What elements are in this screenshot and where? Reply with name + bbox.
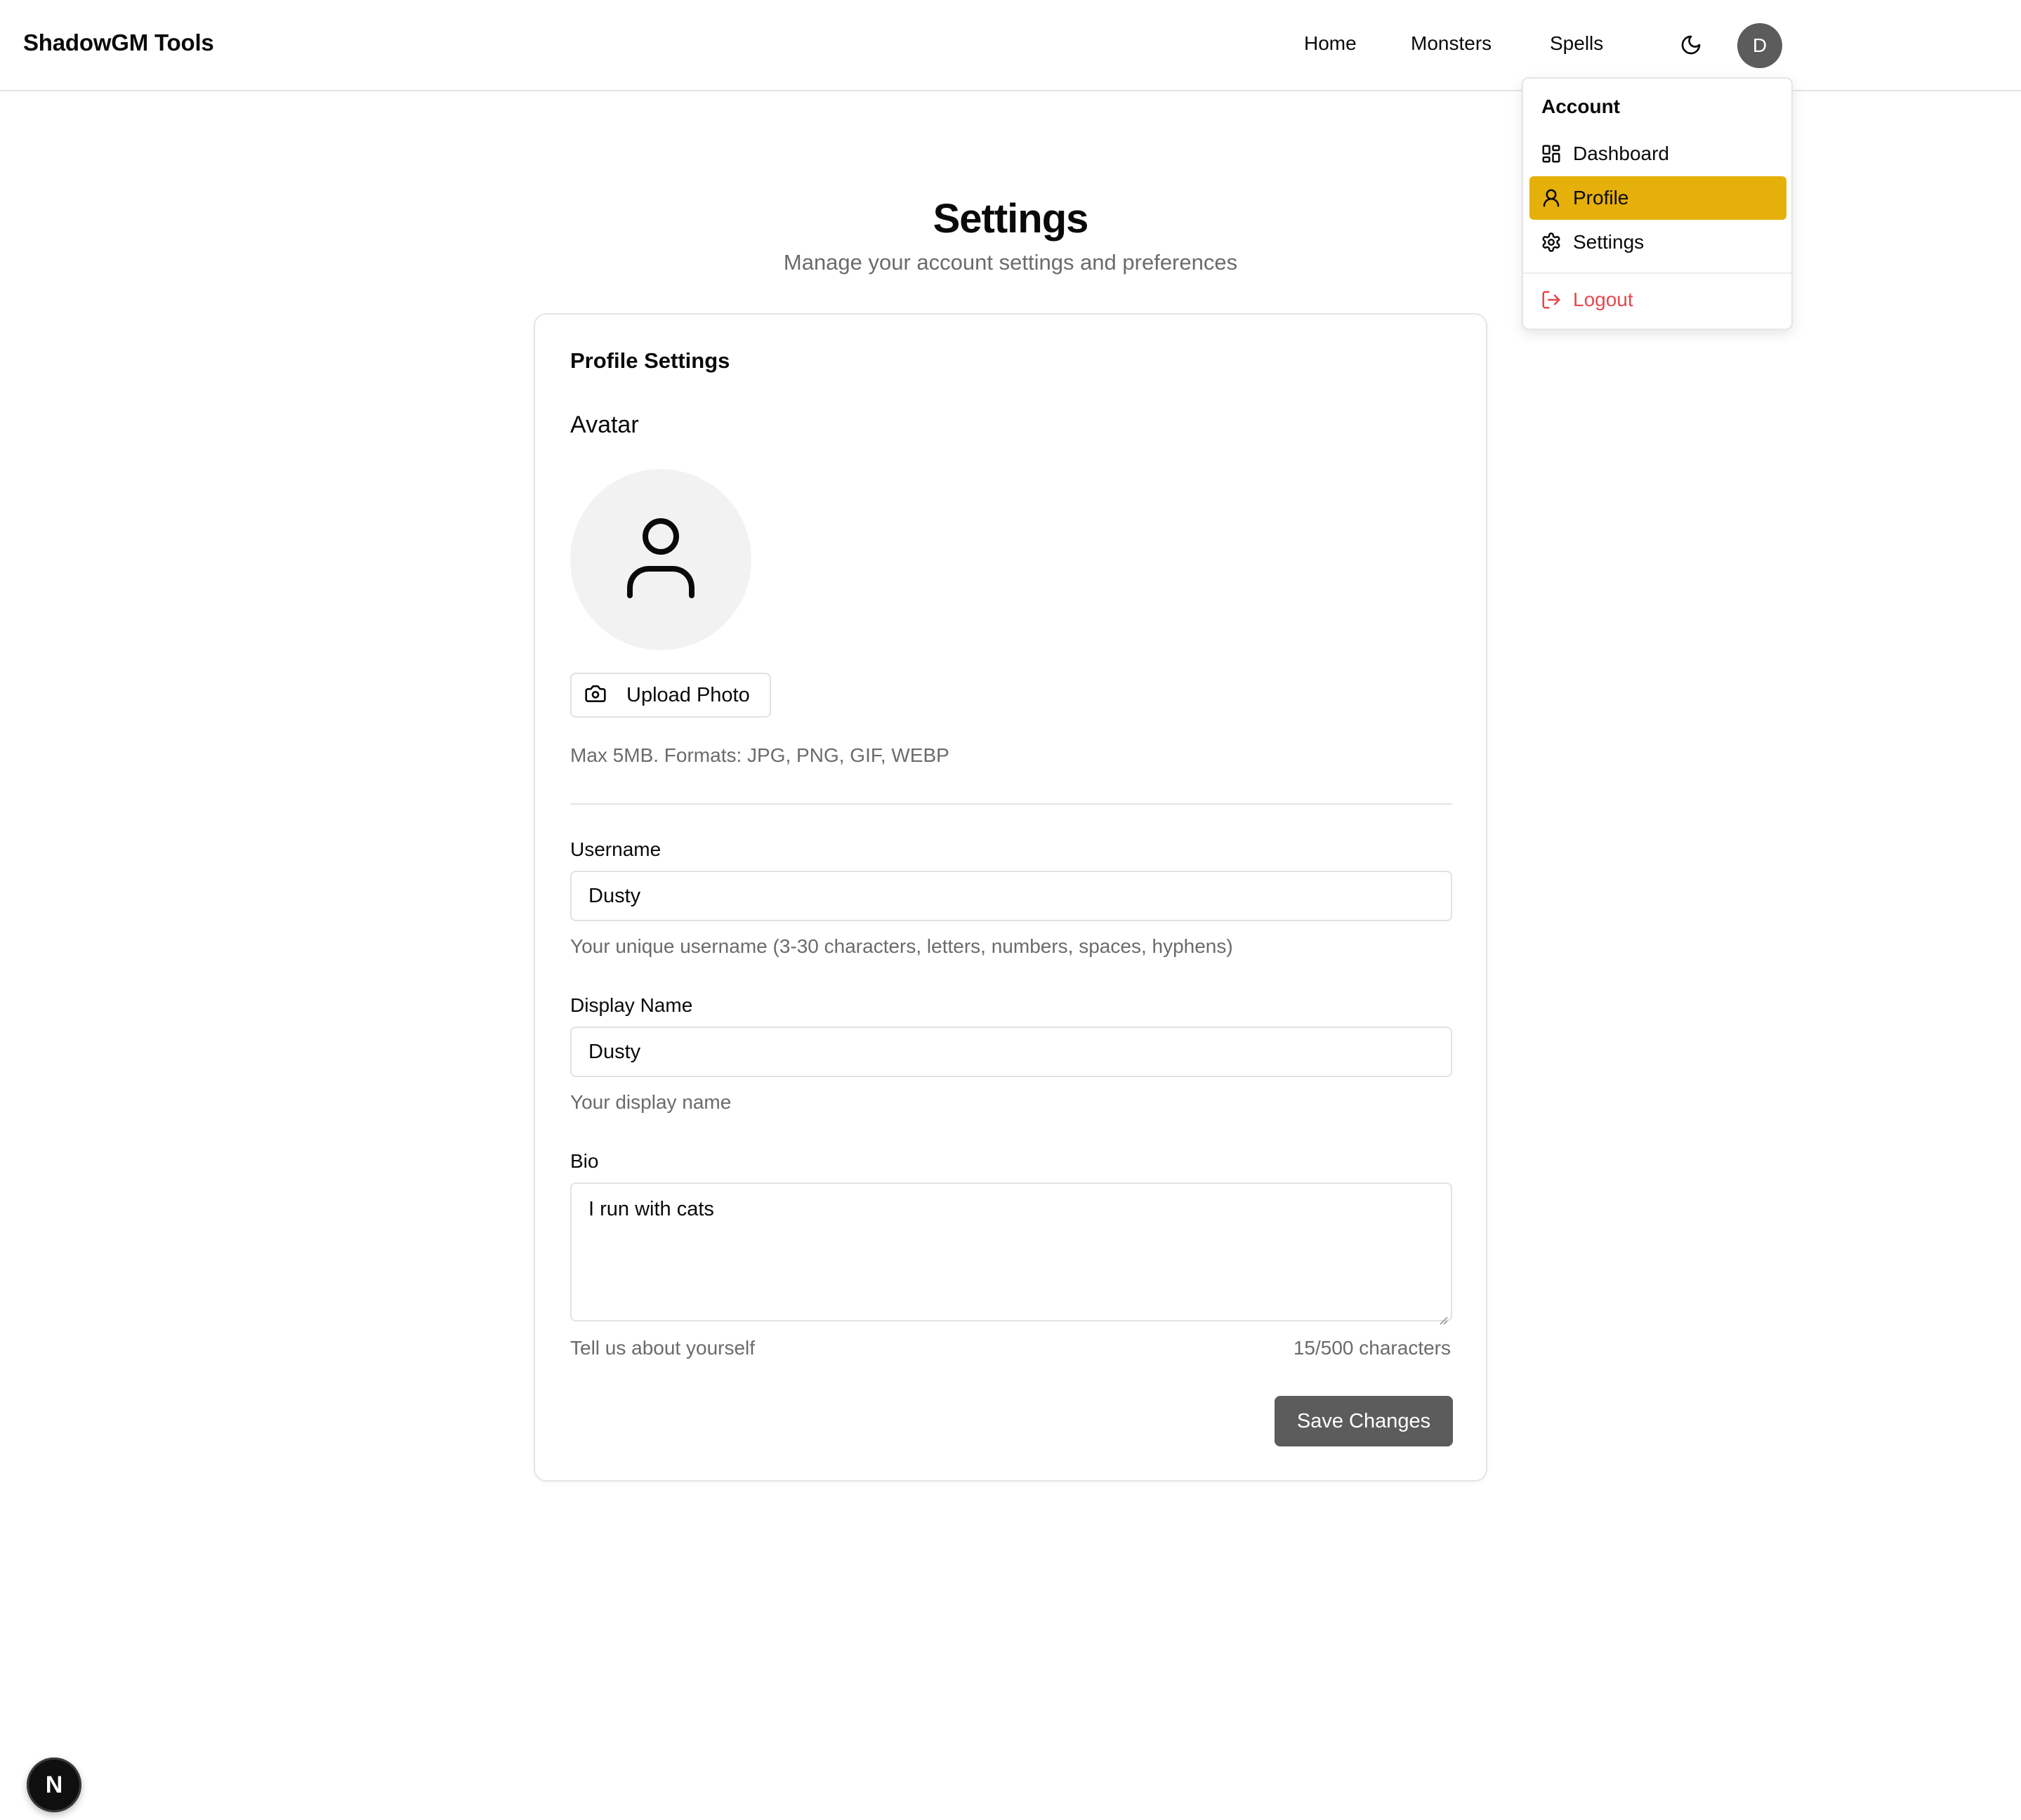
upload-photo-button[interactable]: Upload Photo — [570, 673, 771, 718]
card-title: Profile Settings — [570, 348, 730, 373]
dev-tools-badge[interactable]: N — [27, 1758, 81, 1812]
user-avatar-button[interactable]: D — [1737, 23, 1782, 68]
dropdown-label: Account — [1541, 95, 1620, 117]
username-label: Username — [570, 838, 661, 860]
nav-link-spells[interactable]: Spells — [1550, 32, 1603, 55]
bio-char-counter: 15/500 characters — [1293, 1337, 1451, 1359]
bio-textarea[interactable]: I run with cats — [570, 1182, 1452, 1325]
username-hint: Your unique username (3-30 characters, l… — [570, 935, 1233, 957]
profile-settings-card: Profile Settings Avatar Upload Photo Max… — [534, 313, 1487, 1482]
upload-hint: Max 5MB. Formats: JPG, PNG, GIF, WEBP — [570, 744, 949, 766]
display-name-hint: Your display name — [570, 1091, 732, 1113]
menu-item-label: Logout — [1573, 289, 1633, 310]
nav-link-monsters[interactable]: Monsters — [1411, 32, 1492, 55]
save-changes-button[interactable]: Save Changes — [1275, 1396, 1453, 1446]
logout-icon — [1541, 289, 1562, 310]
brand-logo[interactable]: ShadowGM Tools — [23, 29, 214, 56]
upload-photo-label: Upload Photo — [626, 683, 750, 706]
bio-hint: Tell us about yourself — [570, 1337, 756, 1359]
nav-link-home[interactable]: Home — [1304, 32, 1357, 55]
theme-toggle-button[interactable] — [1671, 27, 1711, 66]
display-name-input[interactable]: Dusty — [570, 1027, 1452, 1077]
user-icon — [624, 517, 697, 603]
page-title: Settings — [933, 196, 1089, 242]
avatar-section-label: Avatar — [570, 411, 639, 438]
camera-icon — [584, 682, 607, 708]
menu-item-label: Dashboard — [1573, 143, 1669, 164]
section-divider — [570, 803, 1452, 805]
dashboard-icon — [1541, 143, 1562, 164]
menu-item-logout[interactable]: Logout — [1529, 278, 1786, 322]
resize-handle-icon[interactable] — [1438, 1307, 1448, 1325]
avatar-placeholder — [570, 469, 751, 650]
menu-item-dashboard[interactable]: Dashboard — [1529, 132, 1786, 176]
bio-label: Bio — [570, 1150, 599, 1172]
moon-icon — [1680, 34, 1702, 60]
username-input[interactable]: Dusty — [570, 871, 1452, 921]
display-name-label: Display Name — [570, 994, 693, 1016]
page-subtitle: Manage your account settings and prefere… — [783, 250, 1238, 275]
bio-text: I run with cats — [588, 1198, 714, 1220]
